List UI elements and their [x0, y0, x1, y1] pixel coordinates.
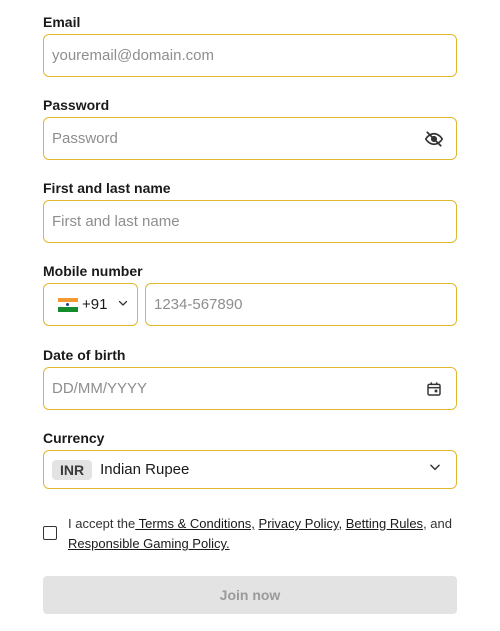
password-label: Password: [43, 97, 110, 113]
password-field[interactable]: [43, 117, 457, 160]
consent-checkbox[interactable]: [43, 526, 57, 540]
betting-rules-link[interactable]: Betting Rules: [346, 516, 423, 531]
name-field[interactable]: [43, 200, 457, 243]
consent-and: , and: [423, 516, 452, 531]
dob-label: Date of birth: [43, 347, 126, 363]
dob-field[interactable]: [43, 367, 457, 410]
password-input[interactable]: [52, 130, 424, 147]
dob-input[interactable]: [52, 380, 424, 397]
india-flag-icon: [58, 297, 78, 312]
name-input[interactable]: [52, 213, 448, 230]
country-code: +91: [82, 296, 108, 313]
mobile-number-input[interactable]: [154, 296, 448, 313]
currency-name: Indian Rupee: [100, 461, 190, 478]
join-now-button[interactable]: Join now: [43, 576, 457, 614]
mobile-label: Mobile number: [43, 263, 143, 279]
eye-off-icon[interactable]: [424, 129, 444, 149]
consent-text: I accept the Terms & Conditions, Privacy…: [68, 514, 457, 554]
email-field[interactable]: [43, 34, 457, 77]
calendar-icon[interactable]: [424, 379, 444, 399]
consent-row: I accept the Terms & Conditions, Privacy…: [43, 514, 457, 554]
mobile-number-field[interactable]: [145, 283, 457, 326]
privacy-link[interactable]: Privacy Policy,: [259, 516, 343, 531]
name-label: First and last name: [43, 180, 171, 196]
email-input[interactable]: [52, 47, 448, 64]
currency-code-badge: INR: [52, 459, 93, 480]
chevron-down-icon: [117, 296, 129, 314]
currency-label: Currency: [43, 430, 105, 446]
currency-select[interactable]: INR Indian Rupee: [43, 450, 457, 489]
consent-prefix: I accept the: [68, 516, 136, 531]
chevron-down-icon: [428, 460, 442, 479]
email-label: Email: [43, 14, 81, 30]
terms-link[interactable]: Terms & Conditions,: [135, 516, 255, 531]
country-code-selector[interactable]: +91: [43, 283, 138, 326]
responsible-gaming-link[interactable]: Responsible Gaming Policy.: [68, 536, 230, 551]
